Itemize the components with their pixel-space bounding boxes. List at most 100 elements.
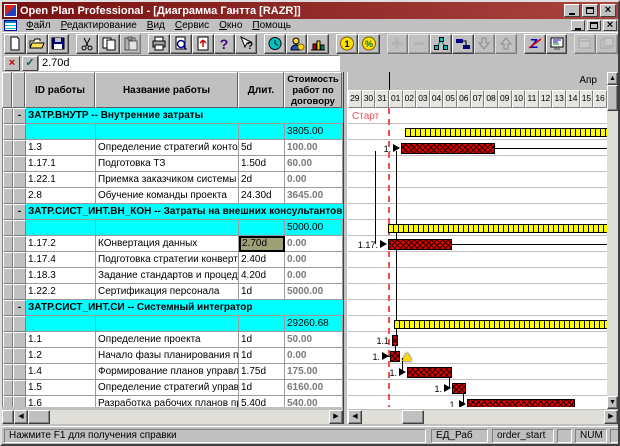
accept-edit-button[interactable]: ✓ — [22, 56, 38, 71]
task-name-cell[interactable]: Подготовка стратегии конвертации — [96, 252, 239, 268]
new-document-button[interactable] — [4, 34, 26, 54]
link-nodes-button[interactable] — [430, 34, 452, 54]
cost-cell[interactable]: 6160.00 — [285, 380, 343, 396]
task-name-cell[interactable]: Сертификация персонала — [96, 284, 239, 300]
cost-cell[interactable]: 175.00 — [285, 364, 343, 380]
table-scroll-left-button[interactable]: ◀ — [14, 410, 28, 424]
task-name-cell[interactable]: КОнвертация данных — [96, 236, 239, 252]
table-row[interactable]: 29260.68 — [3, 316, 343, 332]
table-row[interactable]: 1.18.3Задание стандартов и процедур по д… — [3, 268, 343, 284]
task-id-cell[interactable]: 1.6 — [26, 396, 96, 407]
gantt-summary-bar[interactable] — [394, 320, 607, 329]
task-id-cell[interactable] — [26, 124, 96, 140]
task-id-cell[interactable]: 1.17.1 — [26, 156, 96, 172]
cost-cell[interactable]: 50.00 — [285, 332, 343, 348]
task-name-cell[interactable]: Обучение команды проекта — [96, 188, 239, 204]
task-name-cell[interactable] — [96, 220, 239, 236]
duration-cell[interactable]: 5d — [239, 140, 285, 156]
menu-tools[interactable]: Сервис — [170, 20, 214, 31]
task-name-cell[interactable]: Задание стандартов и процедур по д — [96, 268, 239, 284]
duration-cell[interactable]: 1d — [239, 380, 285, 396]
duration-cell[interactable]: 1d — [239, 348, 285, 364]
cut-button[interactable] — [76, 34, 98, 54]
scroll-down-button[interactable]: ▼ — [607, 396, 618, 409]
duration-cell[interactable]: 5.40d — [239, 396, 285, 407]
menu-edit[interactable]: Редактирование — [56, 20, 142, 31]
column-header-id[interactable]: ID работы — [25, 72, 95, 108]
task-id-cell[interactable]: 1.22.1 — [26, 172, 96, 188]
gantt-task-bar[interactable] — [407, 367, 452, 378]
gantt-task-bar[interactable] — [467, 399, 575, 407]
gantt-scroll-thumb[interactable] — [402, 410, 424, 424]
cost-cell[interactable]: 0.00 — [285, 236, 343, 252]
task-name-cell[interactable]: Определение стратегий управления р — [96, 380, 239, 396]
gantt-summary-bar[interactable] — [388, 224, 607, 233]
table-row[interactable]: 1.17.1Подготовка ТЗ1.50d60.00 — [3, 156, 343, 172]
task-name-cell[interactable] — [96, 316, 239, 332]
menu-window[interactable]: Окно — [214, 20, 247, 31]
table-row[interactable]: 2.8Обучение команды проекта24.30d3645.00 — [3, 188, 343, 204]
task-name-cell[interactable] — [96, 124, 239, 140]
task-id-cell[interactable] — [26, 220, 96, 236]
table-row[interactable]: 1.2Начало фазы планирования проекта1d0.0… — [3, 348, 343, 364]
gantt-scroll-right-button[interactable]: ▶ — [604, 410, 618, 424]
timescale-z-button[interactable]: Z — [524, 34, 546, 54]
table-row[interactable]: 1.4Формирование планов управления1.75d17… — [3, 364, 343, 380]
cost-cell[interactable]: 60.00 — [285, 156, 343, 172]
task-id-cell[interactable]: 1.5 — [26, 380, 96, 396]
child-close-button[interactable]: × — [603, 20, 617, 31]
duration-cell[interactable]: 2d — [239, 172, 285, 188]
table-row[interactable]: -ЗАТР.СИСТ_ИНТ.ВН_КОН -- Затраты на внеш… — [3, 204, 343, 220]
task-id-cell[interactable]: 1.18.3 — [26, 268, 96, 284]
table-scroll-track[interactable] — [28, 410, 329, 424]
scroll-thumb[interactable] — [607, 85, 618, 111]
table-row[interactable]: -ЗАТР.СИСТ_ИНТ.СИ -- Системный интеграто… — [3, 300, 343, 316]
cost-cell[interactable]: 3805.00 — [285, 124, 343, 140]
duration-cell[interactable]: 4.20d — [239, 268, 285, 284]
cost-cell[interactable]: 0.00 — [285, 348, 343, 364]
print-button[interactable] — [148, 34, 170, 54]
task-name-cell[interactable]: Начало фазы планирования проекта — [96, 348, 239, 364]
table-row[interactable]: 1.6Разработка рабочих планов проекта5.40… — [3, 396, 343, 407]
collapse-toggle[interactable]: - — [13, 204, 26, 220]
table-row[interactable]: 1.22.2Сертификация персонала1d5000.00 — [3, 284, 343, 300]
gantt-summary-bar[interactable] — [405, 128, 607, 137]
cost-cell[interactable]: 540.00 — [285, 396, 343, 407]
table-scroll-thumb[interactable] — [28, 410, 50, 424]
table-row[interactable]: 3805.00 — [3, 124, 343, 140]
link-bars-button[interactable] — [452, 34, 474, 54]
cost-cell[interactable]: 0.00 — [285, 172, 343, 188]
task-name-cell[interactable]: Разработка рабочих планов проекта — [96, 396, 239, 407]
cost-cell[interactable]: 5000.00 — [285, 284, 343, 300]
open-folder-button[interactable] — [26, 34, 48, 54]
scroll-up-button[interactable]: ▲ — [607, 72, 618, 85]
task-id-cell[interactable]: 1.2 — [26, 348, 96, 364]
task-name-cell[interactable]: Формирование планов управления — [96, 364, 239, 380]
task-id-cell[interactable] — [26, 316, 96, 332]
task-name-cell[interactable]: Подготовка ТЗ — [96, 156, 239, 172]
cost-cell[interactable]: 100.00 — [285, 140, 343, 156]
task-id-cell[interactable]: 1.17.4 — [26, 252, 96, 268]
menu-help[interactable]: Помощь — [247, 20, 296, 31]
duration-cell[interactable]: 24.30d — [239, 188, 285, 204]
child-minimize-button[interactable] — [571, 20, 585, 31]
table-row[interactable]: 5000.00 — [3, 220, 343, 236]
duration-cell[interactable]: 1d — [239, 284, 285, 300]
duration-cell[interactable]: 2.40d — [239, 252, 285, 268]
task-name-cell[interactable]: Определение проекта — [96, 332, 239, 348]
table-row[interactable]: 1.3Определение стратегий контоля и отч5d… — [3, 140, 343, 156]
child-restore-button[interactable] — [587, 20, 601, 31]
collapse-toggle[interactable]: - — [13, 108, 26, 124]
save-button[interactable] — [48, 34, 70, 54]
histogram-button[interactable] — [307, 34, 329, 54]
column-header-cost[interactable]: Стоимость работ по договору — [284, 72, 342, 108]
gantt-task-bar[interactable] — [392, 335, 398, 346]
task-id-cell[interactable]: 1.22.2 — [26, 284, 96, 300]
copy-button[interactable] — [98, 34, 120, 54]
minimize-button[interactable] — [564, 4, 580, 17]
duration-cell[interactable]: 1.50d — [239, 156, 285, 172]
menu-view[interactable]: Вид — [142, 20, 170, 31]
duration-cell[interactable]: 1.75d — [239, 364, 285, 380]
cost-coin-button[interactable]: 1 — [336, 34, 358, 54]
task-name-cell[interactable]: Определение стратегий контоля и отч — [96, 140, 239, 156]
